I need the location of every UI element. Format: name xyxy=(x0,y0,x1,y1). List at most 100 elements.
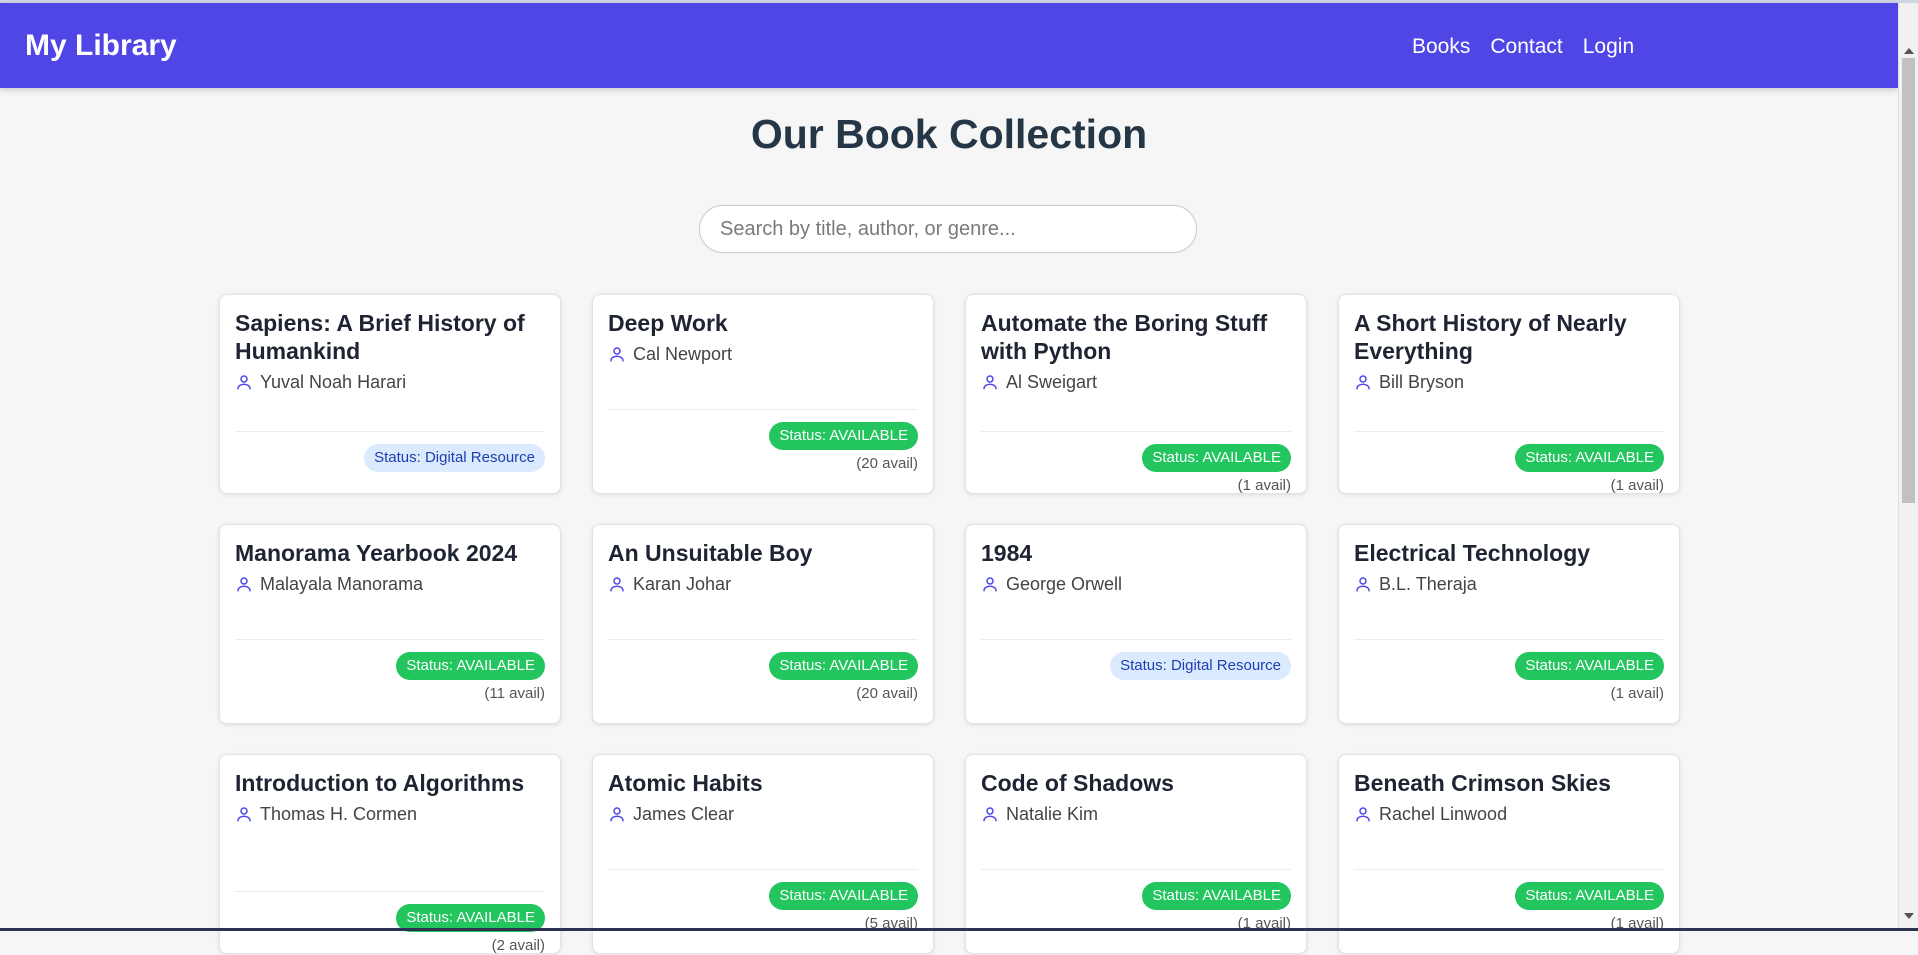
availability-count: (20 avail) xyxy=(856,685,918,702)
book-title[interactable]: Introduction to Algorithms xyxy=(235,769,545,797)
book-author: B.L. Theraja xyxy=(1379,574,1477,594)
author-row: James Clear xyxy=(608,802,918,826)
book-card[interactable]: A Short History of Nearly Everything Bill… xyxy=(1338,294,1680,494)
author-row: B.L. Theraja xyxy=(1354,572,1664,596)
book-card[interactable]: Automate the Boring Stuff with Python Al … xyxy=(965,294,1307,494)
author-row: Karan Johar xyxy=(608,572,918,596)
vertical-scrollbar[interactable] xyxy=(1898,3,1918,928)
card-footer: Status: AVAILABLE (1 avail) xyxy=(981,431,1291,494)
page-title: Our Book Collection xyxy=(750,111,1148,157)
book-card[interactable]: An Unsuitable Boy Karan Johar Status: AVAI… xyxy=(592,524,934,724)
status-badge: Status: AVAILABLE xyxy=(769,652,918,680)
author-row: Bill Bryson xyxy=(1354,370,1664,394)
book-title[interactable]: Beneath Crimson Skies xyxy=(1354,769,1664,797)
status-badge: Status: AVAILABLE xyxy=(769,422,918,450)
status-badge: Status: Digital Resource xyxy=(364,444,545,472)
book-author: Karan Johar xyxy=(633,574,732,594)
person-icon xyxy=(235,805,253,823)
author-row: Thomas H. Cormen xyxy=(235,802,545,826)
book-author: Cal Newport xyxy=(633,344,733,364)
book-card[interactable]: Beneath Crimson Skies Rachel Linwood Statu… xyxy=(1338,754,1680,954)
book-card[interactable]: Electrical Technology B.L. Theraja Status:… xyxy=(1338,524,1680,724)
book-title[interactable]: 1984 xyxy=(981,539,1291,567)
availability-count: (1 avail) xyxy=(1237,477,1291,494)
book-author: James Clear xyxy=(633,804,735,824)
book-author: Malayala Manorama xyxy=(260,574,424,594)
status-badge: Status: AVAILABLE xyxy=(396,652,545,680)
book-card[interactable]: Code of Shadows Natalie Kim Status: AVAILA… xyxy=(965,754,1307,954)
status-badge: Status: AVAILABLE xyxy=(1515,444,1664,472)
book-author: George Orwell xyxy=(1006,574,1123,594)
card-footer: Status: AVAILABLE (1 avail) xyxy=(1354,431,1664,494)
navbar: My Library Books Contact Login xyxy=(0,3,1898,88)
book-author: Al Sweigart xyxy=(1006,372,1098,392)
book-author: Natalie Kim xyxy=(1006,804,1099,824)
book-card[interactable]: Deep Work Cal Newport Status: AVAILABLE (20… xyxy=(592,294,934,494)
book-card[interactable]: Atomic Habits James Clear Status: AVAILABL… xyxy=(592,754,934,954)
status-badge: Status: AVAILABLE xyxy=(1142,444,1291,472)
person-icon xyxy=(608,345,626,363)
book-card[interactable]: Sapiens: A Brief History of Humankind Yuv… xyxy=(219,294,561,494)
book-author: Bill Bryson xyxy=(1379,372,1465,392)
nav-link-login[interactable]: Login xyxy=(1583,34,1634,60)
book-title[interactable]: Deep Work xyxy=(608,309,918,337)
author-row: Al Sweigart xyxy=(981,370,1291,394)
nav-links: Books Contact Login xyxy=(1412,34,1654,60)
scroll-thumb[interactable] xyxy=(1902,58,1915,503)
person-icon xyxy=(608,805,626,823)
author-row: Malayala Manorama xyxy=(235,572,545,596)
availability-count: (1 avail) xyxy=(1610,685,1664,702)
author-row: Yuval Noah Harari xyxy=(235,370,545,394)
book-title[interactable]: Automate the Boring Stuff with Python xyxy=(981,309,1291,365)
book-author: Rachel Linwood xyxy=(1379,804,1508,824)
person-icon xyxy=(1354,805,1372,823)
person-icon xyxy=(235,575,253,593)
availability-count: (2 avail) xyxy=(491,937,545,954)
card-footer: Status: AVAILABLE (20 avail) xyxy=(608,639,918,702)
nav-link-books[interactable]: Books xyxy=(1412,34,1470,60)
status-badge: Status: AVAILABLE xyxy=(1142,882,1291,910)
availability-count: (11 avail) xyxy=(484,685,545,702)
book-title[interactable]: Manorama Yearbook 2024 xyxy=(235,539,545,567)
book-title[interactable]: An Unsuitable Boy xyxy=(608,539,918,567)
scroll-up-arrow-icon[interactable] xyxy=(1904,48,1914,54)
availability-count: (1 avail) xyxy=(1610,477,1664,494)
book-card[interactable]: Manorama Yearbook 2024 Malayala Manorama S… xyxy=(219,524,561,724)
brand-logo[interactable]: My Library xyxy=(25,28,177,64)
card-footer: Status: AVAILABLE (1 avail) xyxy=(981,869,1291,932)
person-icon xyxy=(235,373,253,391)
card-footer: Status: AVAILABLE (5 avail) xyxy=(608,869,918,932)
status-badge: Status: AVAILABLE xyxy=(1515,882,1664,910)
book-title[interactable]: Code of Shadows xyxy=(981,769,1291,797)
person-icon xyxy=(1354,575,1372,593)
availability-count: (20 avail) xyxy=(856,455,918,472)
author-row: Cal Newport xyxy=(608,342,918,366)
book-author: Thomas H. Cormen xyxy=(260,804,418,824)
author-row: Rachel Linwood xyxy=(1354,802,1664,826)
author-row: George Orwell xyxy=(981,572,1291,596)
author-row: Natalie Kim xyxy=(981,802,1291,826)
card-footer: Status: AVAILABLE (1 avail) xyxy=(1354,639,1664,702)
person-icon xyxy=(1354,373,1372,391)
card-footer: Status: AVAILABLE (2 avail) xyxy=(235,891,545,954)
card-footer: Status: Digital Resource xyxy=(981,639,1291,680)
book-title[interactable]: Electrical Technology xyxy=(1354,539,1664,567)
card-footer: Status: AVAILABLE (1 avail) xyxy=(1354,869,1664,932)
scroll-down-arrow-icon[interactable] xyxy=(1904,913,1914,919)
book-author: Yuval Noah Harari xyxy=(260,372,407,392)
status-badge: Status: AVAILABLE xyxy=(769,882,918,910)
book-card[interactable]: 1984 George Orwell Status: Digital Resourc… xyxy=(965,524,1307,724)
person-icon xyxy=(981,373,999,391)
book-title[interactable]: Atomic Habits xyxy=(608,769,918,797)
card-footer: Status: Digital Resource xyxy=(235,431,545,472)
book-card[interactable]: Introduction to Algorithms Thomas H. Corm… xyxy=(219,754,561,954)
book-title[interactable]: Sapiens: A Brief History of Humankind xyxy=(235,309,545,365)
person-icon xyxy=(608,575,626,593)
card-footer: Status: AVAILABLE (20 avail) xyxy=(608,409,918,472)
book-grid: Sapiens: A Brief History of Humankind Yuv… xyxy=(219,294,1680,954)
person-icon xyxy=(981,805,999,823)
book-title[interactable]: A Short History of Nearly Everything xyxy=(1354,309,1664,365)
nav-link-contact[interactable]: Contact xyxy=(1490,34,1562,60)
status-badge: Status: Digital Resource xyxy=(1110,652,1291,680)
search-input[interactable] xyxy=(699,205,1197,253)
